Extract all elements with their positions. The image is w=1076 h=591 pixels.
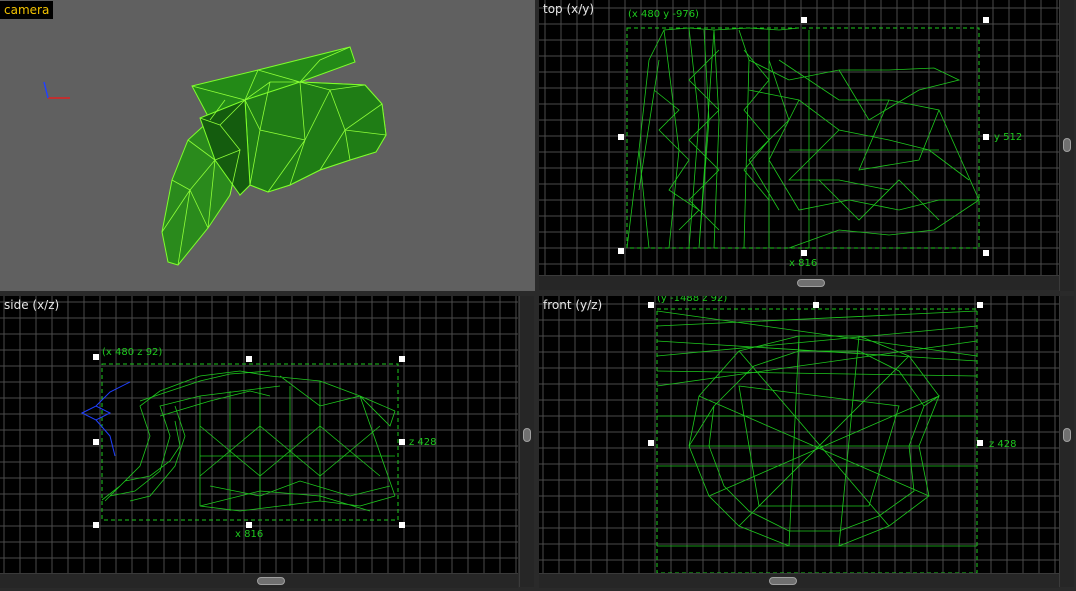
shaded-mesh	[161, 46, 387, 266]
viewport-label-side[interactable]: side (x/z)	[0, 296, 63, 314]
top-viewport[interactable]: top (x/y) (x 480 y -976) y 512 x 816	[539, 0, 1059, 275]
resize-handle[interactable]	[93, 354, 99, 360]
top-grid	[539, 0, 1059, 275]
front-bounding-box	[656, 308, 978, 573]
top-vscrollbar[interactable]	[1059, 0, 1074, 291]
resize-handle[interactable]	[93, 439, 99, 445]
resize-handle[interactable]	[977, 440, 983, 446]
resize-handle[interactable]	[399, 439, 405, 445]
resize-handle[interactable]	[246, 356, 252, 362]
resize-handle[interactable]	[977, 302, 983, 308]
resize-handle[interactable]	[801, 250, 807, 256]
resize-handle[interactable]	[813, 302, 819, 308]
front-grid	[539, 296, 1059, 573]
resize-handle[interactable]	[618, 134, 624, 140]
resize-handle[interactable]	[801, 17, 807, 23]
front-wireframe	[656, 310, 978, 547]
scroll-thumb[interactable]	[257, 577, 285, 585]
top-hscrollbar[interactable]	[539, 275, 1059, 290]
resize-handle[interactable]	[618, 248, 624, 254]
scroll-thumb[interactable]	[523, 428, 531, 442]
camera-viewport[interactable]: camera	[0, 0, 535, 291]
resize-handle[interactable]	[983, 250, 989, 256]
front-viewport[interactable]: front (y/z) (y -1488 z 92) z 428	[539, 296, 1059, 573]
scroll-thumb[interactable]	[797, 279, 825, 287]
scroll-thumb[interactable]	[769, 577, 797, 585]
light-icon	[80, 381, 131, 457]
side-wireframe	[101, 370, 396, 512]
top-wireframe	[626, 27, 980, 249]
front-vscrollbar[interactable]	[1059, 296, 1074, 587]
resize-handle[interactable]	[399, 356, 405, 362]
front-corner-annotation: (y -1488 z 92)	[657, 296, 728, 304]
front-height-annotation: z 428	[989, 439, 1017, 450]
side-viewport[interactable]: side (x/z) (x 480 z 92) z 428 x 816	[0, 296, 518, 573]
side-vscrollbar[interactable]	[519, 296, 534, 587]
resize-handle[interactable]	[399, 522, 405, 528]
front-hscrollbar[interactable]	[539, 573, 1059, 588]
top-corner-annotation: (x 480 y -976)	[628, 9, 699, 20]
side-width-annotation: x 816	[235, 529, 264, 540]
top-height-annotation: y 512	[994, 132, 1023, 143]
resize-handle[interactable]	[983, 17, 989, 23]
resize-handle[interactable]	[983, 134, 989, 140]
axis-gizmo-icon	[43, 81, 70, 99]
scroll-thumb[interactable]	[1063, 428, 1071, 442]
side-height-annotation: z 428	[409, 437, 437, 448]
viewport-label-top[interactable]: top (x/y)	[539, 0, 598, 18]
top-width-annotation: x 816	[789, 258, 818, 269]
resize-handle[interactable]	[93, 522, 99, 528]
scroll-thumb[interactable]	[1063, 138, 1071, 152]
side-corner-annotation: (x 480 z 92)	[102, 347, 163, 358]
top-bounding-box	[626, 27, 980, 249]
camera-render	[43, 46, 387, 266]
side-hscrollbar[interactable]	[0, 573, 518, 588]
viewport-label-front[interactable]: front (y/z)	[539, 296, 606, 314]
resize-handle[interactable]	[246, 522, 252, 528]
viewport-label-camera[interactable]: camera	[0, 1, 54, 19]
resize-handle[interactable]	[648, 302, 654, 308]
resize-handle[interactable]	[648, 440, 654, 446]
